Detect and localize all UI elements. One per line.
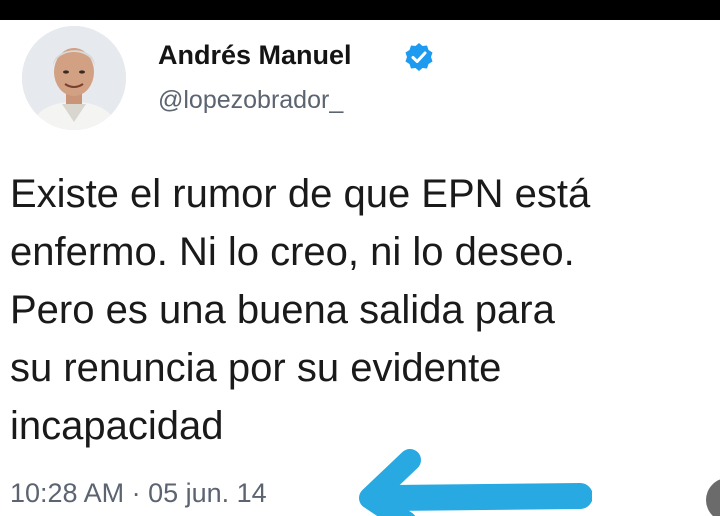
tweet-text-line: Pero es una buena salida para [10,288,555,332]
author-name[interactable]: Andrés Manuel [158,40,352,71]
tweet-text-line: su renuncia por su evidente [10,346,502,390]
tweet-card: Andrés Manuel @lopezobrador_ Existe el r… [0,20,720,516]
profile-photo-icon [22,26,126,130]
tweet-text-line: incapacidad [10,404,224,448]
tweet-timestamp[interactable]: 10:28 AM · 05 jun. 14 [10,478,267,509]
arrow-left-icon [359,449,592,516]
screenshot-frame: Andrés Manuel @lopezobrador_ Existe el r… [0,0,720,516]
verified-badge-icon [405,43,433,71]
avatar[interactable] [22,26,126,130]
tweet-text: Existe el rumor de que EPN está enfermo.… [10,165,720,455]
tweet-text-line: enfermo. Ni lo creo, ni lo deseo. [10,230,575,274]
author-handle[interactable]: @lopezobrador_ [158,86,343,115]
tweet-text-line: Existe el rumor de que EPN está [10,172,591,216]
cropped-icon [706,478,720,516]
